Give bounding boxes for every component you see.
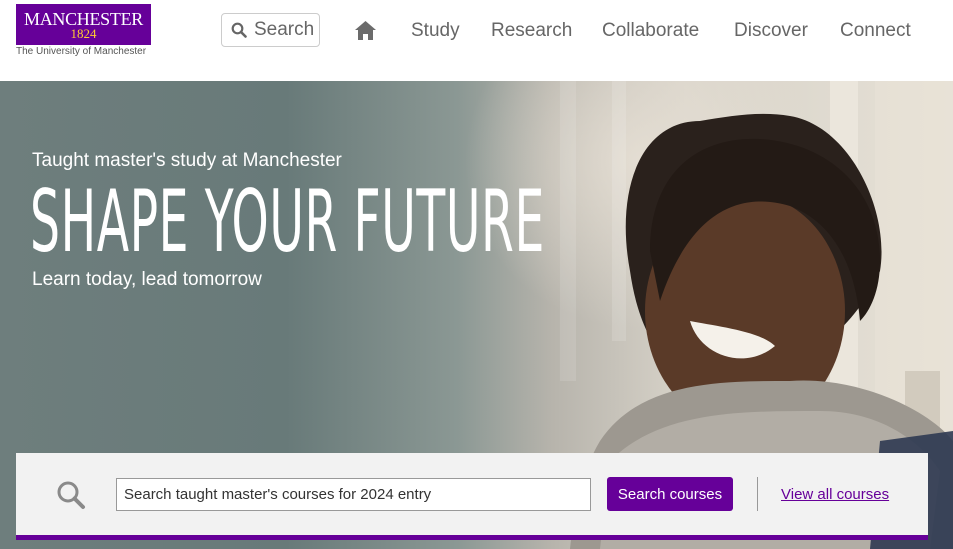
hero-subtitle: Learn today, lead tomorrow	[32, 269, 262, 290]
hero-kicker: Taught master's study at Manchester	[32, 150, 342, 171]
search-icon	[231, 22, 247, 38]
hero-title: SHAPE YOUR FUTURE	[30, 172, 545, 272]
home-icon[interactable]	[354, 20, 377, 41]
nav-research[interactable]: Research	[491, 0, 572, 62]
nav-connect[interactable]: Connect	[840, 0, 911, 62]
course-search-accent-bar	[16, 535, 928, 540]
divider	[757, 477, 758, 511]
nav-discover[interactable]: Discover	[734, 0, 808, 62]
site-search-label: Search	[254, 19, 315, 40]
course-search-input[interactable]	[116, 478, 591, 511]
nav-collaborate[interactable]: Collaborate	[602, 0, 699, 62]
search-courses-button[interactable]: Search courses	[607, 477, 733, 511]
nav-study[interactable]: Study	[411, 0, 460, 62]
site-header: MANCHESTER 1824 The University of Manche…	[0, 0, 953, 81]
logo-subtitle: The University of Manchester	[16, 46, 147, 57]
university-logo[interactable]: MANCHESTER 1824	[16, 4, 151, 45]
logo-year: 1824	[70, 26, 97, 41]
site-search-button[interactable]: Search	[221, 13, 320, 47]
search-icon	[57, 481, 85, 509]
view-all-courses-link[interactable]: View all courses	[781, 486, 889, 503]
